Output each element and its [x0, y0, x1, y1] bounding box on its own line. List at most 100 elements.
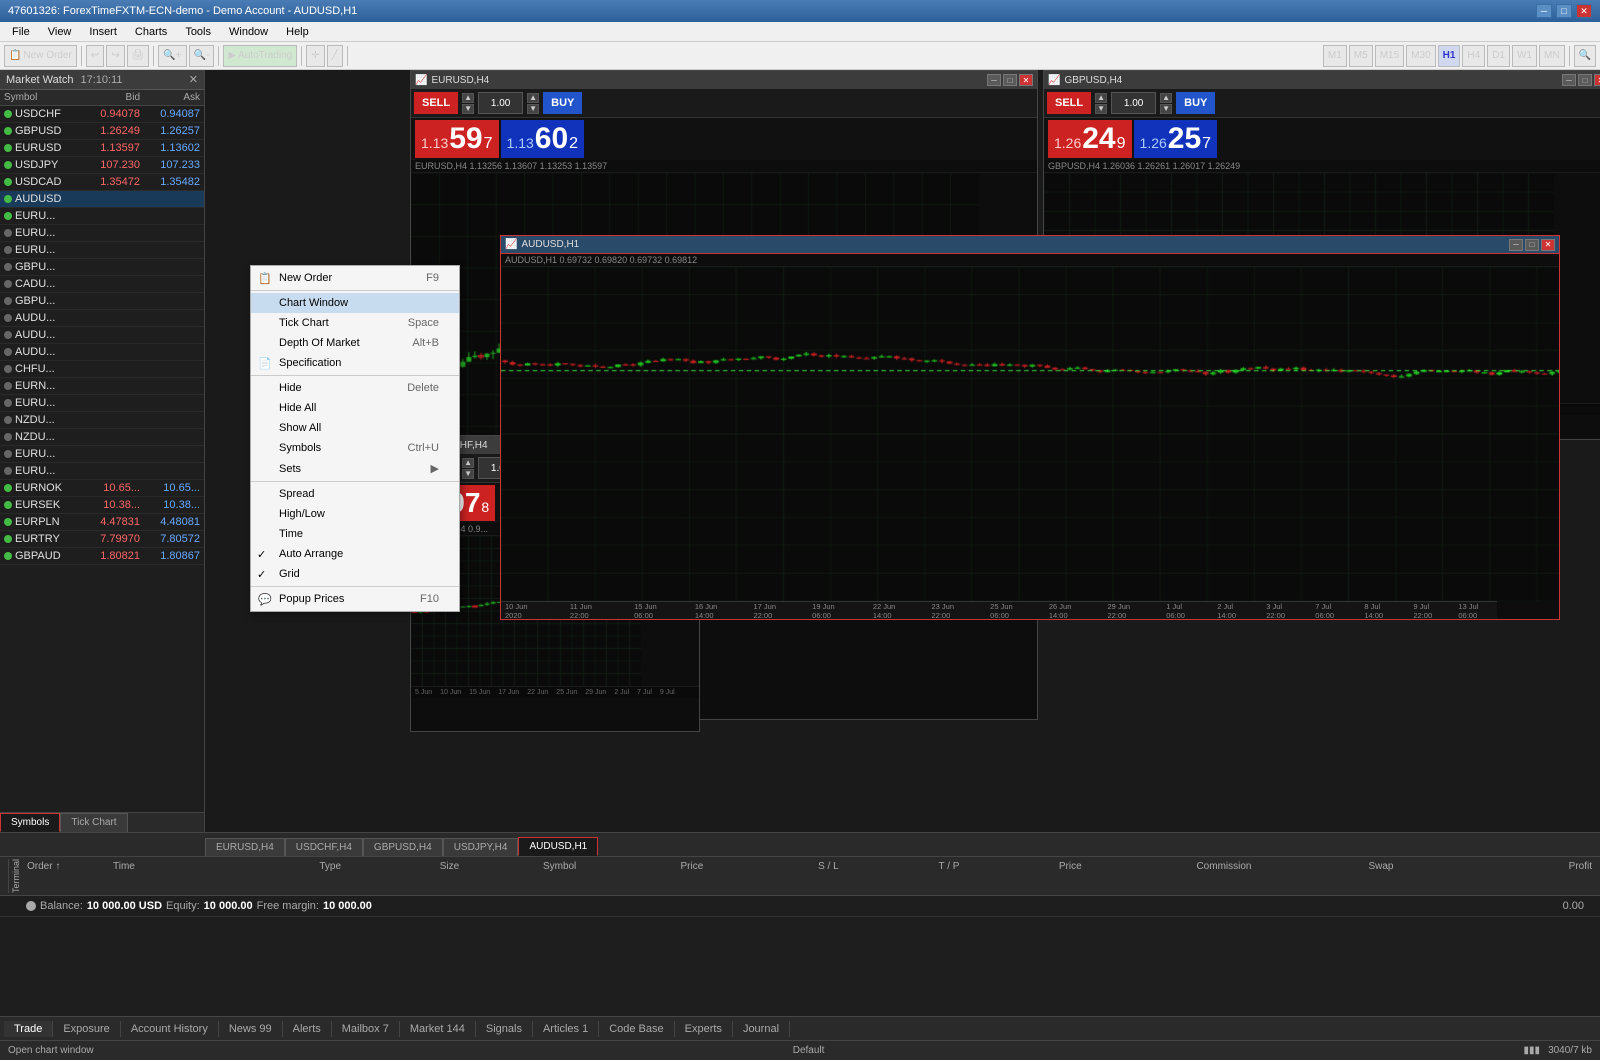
toolbar-print[interactable]: 🖨 — [127, 45, 150, 67]
ctx-sets[interactable]: Sets ▶ — [251, 458, 459, 479]
market-watch-row[interactable]: EURU... — [0, 242, 204, 259]
market-watch-row[interactable]: CADU... — [0, 276, 204, 293]
toolbar-crosshair[interactable]: ✛ — [306, 45, 324, 67]
market-watch-row[interactable]: EURPLN4.478314.48081 — [0, 514, 204, 531]
usdchf-lot-up[interactable]: ▲ — [462, 458, 474, 468]
tf-mn[interactable]: MN — [1539, 45, 1565, 67]
tf-h1[interactable]: H1 — [1438, 45, 1461, 67]
ctx-time[interactable]: Time — [251, 524, 459, 544]
close-title-button[interactable]: ✕ — [1576, 4, 1592, 18]
eurusd-lot-down[interactable]: ▼ — [462, 104, 474, 114]
status-tab-journal[interactable]: Journal — [733, 1021, 790, 1037]
status-tab-trade[interactable]: Trade — [4, 1021, 53, 1037]
eurusd-lot-down2[interactable]: ▼ — [527, 104, 539, 114]
market-watch-close-button[interactable]: ✕ — [189, 73, 198, 86]
toolbar-redo[interactable]: ↪ — [106, 45, 124, 67]
market-watch-row[interactable]: USDCHF0.940780.94087 — [0, 106, 204, 123]
ctx-depth-of-market[interactable]: Depth Of Market Alt+B — [251, 333, 459, 353]
ctx-auto-arrange[interactable]: ✓ Auto Arrange — [251, 544, 459, 564]
market-watch-row[interactable]: EURU... — [0, 225, 204, 242]
market-watch-row[interactable]: EURUSD1.135971.13602 — [0, 140, 204, 157]
ctx-chart-window[interactable]: Chart Window — [251, 293, 459, 313]
chart-eurusd-maximize[interactable]: □ — [1003, 74, 1017, 86]
gbpusd-lot-down[interactable]: ▼ — [1095, 104, 1107, 114]
toolbar-zoom-out[interactable]: 🔍- — [189, 45, 215, 67]
gbpusd-lot-up2[interactable]: ▲ — [1160, 93, 1172, 103]
autotrading-button[interactable]: ▶ AutoTrading — [223, 45, 297, 67]
eurusd-lot-up[interactable]: ▲ — [462, 93, 474, 103]
market-watch-row[interactable]: AUDU... — [0, 310, 204, 327]
status-tab-market[interactable]: Market 144 — [400, 1021, 476, 1037]
ctx-spread[interactable]: Spread — [251, 484, 459, 504]
menu-tools[interactable]: Tools — [177, 24, 219, 40]
menu-window[interactable]: Window — [221, 24, 276, 40]
market-watch-row[interactable]: EURU... — [0, 463, 204, 480]
ctx-hide[interactable]: Hide Delete — [251, 378, 459, 398]
gbpusd-lot-input[interactable] — [1111, 92, 1156, 114]
market-watch-row[interactable]: GBPU... — [0, 259, 204, 276]
gbpusd-lot-up[interactable]: ▲ — [1095, 93, 1107, 103]
new-order-button[interactable]: 📋 New Order — [4, 45, 77, 67]
tab-usdchf-h4[interactable]: USDCHF,H4 — [285, 838, 363, 856]
gbpusd-lot-down2[interactable]: ▼ — [1160, 104, 1172, 114]
chart-audusd-maximize[interactable]: □ — [1525, 239, 1539, 251]
status-tab-codebase[interactable]: Code Base — [599, 1021, 674, 1037]
chart-eurusd-close[interactable]: ✕ — [1019, 74, 1033, 86]
status-tab-exposure[interactable]: Exposure — [53, 1021, 120, 1037]
ctx-highlow[interactable]: High/Low — [251, 504, 459, 524]
gbpusd-sell-button[interactable]: SELL — [1047, 92, 1091, 114]
market-watch-row[interactable]: USDJPY107.230107.233 — [0, 157, 204, 174]
market-watch-row[interactable]: USDCAD1.354721.35482 — [0, 174, 204, 191]
status-tab-articles[interactable]: Articles 1 — [533, 1021, 599, 1037]
market-watch-row[interactable]: GBPU... — [0, 293, 204, 310]
ctx-tick-chart[interactable]: Tick Chart Space — [251, 313, 459, 333]
market-watch-row[interactable]: NZDU... — [0, 429, 204, 446]
chart-audusd-minimize[interactable]: ─ — [1509, 239, 1523, 251]
terminal-tab[interactable]: Terminal — [8, 859, 23, 893]
ctx-popup-prices[interactable]: 💬 Popup Prices F10 — [251, 589, 459, 609]
market-watch-row[interactable]: GBPAUD1.808211.80867 — [0, 548, 204, 565]
market-watch-row[interactable]: EURU... — [0, 446, 204, 463]
market-watch-row[interactable]: GBPUSD1.262491.26257 — [0, 123, 204, 140]
tf-m15[interactable]: M15 — [1375, 45, 1404, 67]
tf-d1[interactable]: D1 — [1487, 45, 1510, 67]
toolbar-search[interactable]: 🔍 — [1574, 45, 1596, 67]
ctx-symbols[interactable]: Symbols Ctrl+U — [251, 438, 459, 458]
menu-insert[interactable]: Insert — [81, 24, 125, 40]
market-watch-row[interactable]: EURSEK10.38...10.38... — [0, 497, 204, 514]
tf-m1[interactable]: M1 — [1323, 45, 1347, 67]
tab-symbols[interactable]: Symbols — [0, 813, 60, 832]
gbpusd-buy-button[interactable]: BUY — [1176, 92, 1215, 114]
eurusd-lot-input[interactable] — [478, 92, 523, 114]
ctx-hide-all[interactable]: Hide All — [251, 398, 459, 418]
toolbar-undo[interactable]: ↩ — [86, 45, 104, 67]
ctx-specification[interactable]: 📄 Specification — [251, 353, 459, 373]
market-watch-row[interactable]: CHFU... — [0, 361, 204, 378]
tab-eurusd-h4[interactable]: EURUSD,H4 — [205, 838, 285, 856]
chart-gbpusd-maximize[interactable]: □ — [1578, 74, 1592, 86]
eurusd-sell-button[interactable]: SELL — [414, 92, 458, 114]
status-tab-alerts[interactable]: Alerts — [283, 1021, 332, 1037]
market-watch-row[interactable]: EURU... — [0, 208, 204, 225]
toolbar-zoom-in[interactable]: 🔍+ — [158, 45, 186, 67]
market-watch-row[interactable]: EURN... — [0, 378, 204, 395]
chart-gbpusd-close[interactable]: ✕ — [1594, 74, 1600, 86]
market-watch-row[interactable]: AUDU... — [0, 344, 204, 361]
status-tab-account-history[interactable]: Account History — [121, 1021, 219, 1037]
tab-audusd-h1[interactable]: AUDUSD,H1 — [518, 837, 598, 856]
menu-file[interactable]: File — [4, 24, 38, 40]
market-watch-row[interactable]: EURTRY7.799707.80572 — [0, 531, 204, 548]
usdchf-lot-down[interactable]: ▼ — [462, 469, 474, 479]
tab-usdjpy-h4[interactable]: USDJPY,H4 — [443, 838, 519, 856]
tf-m5[interactable]: M5 — [1349, 45, 1373, 67]
status-tab-news[interactable]: News 99 — [219, 1021, 283, 1037]
status-tab-mailbox[interactable]: Mailbox 7 — [332, 1021, 400, 1037]
tf-m30[interactable]: M30 — [1406, 45, 1435, 67]
eurusd-buy-button[interactable]: BUY — [543, 92, 582, 114]
menu-help[interactable]: Help — [278, 24, 317, 40]
market-watch-row[interactable]: NZDU... — [0, 412, 204, 429]
tf-h4[interactable]: H4 — [1462, 45, 1485, 67]
minimize-button[interactable]: ─ — [1536, 4, 1552, 18]
eurusd-lot-up2[interactable]: ▲ — [527, 93, 539, 103]
market-watch-row[interactable]: AUDU... — [0, 327, 204, 344]
